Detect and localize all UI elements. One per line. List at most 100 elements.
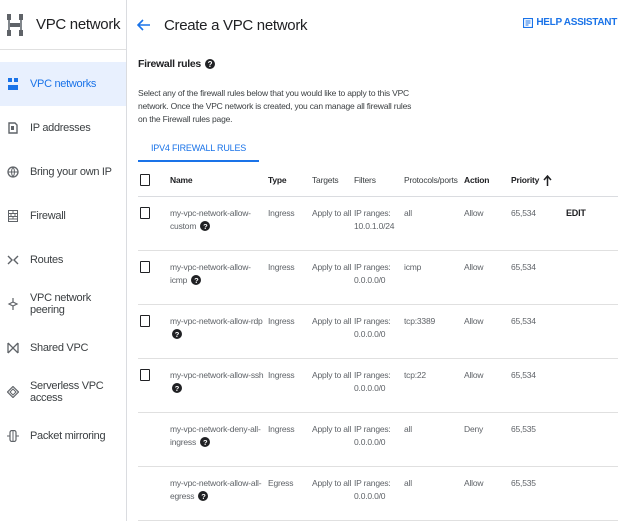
rule-protocols: icmp — [404, 250, 464, 305]
sidebar-item-label: Firewall — [30, 210, 66, 222]
table-row: my-vpc-network-allow-all-egress ? Egress… — [138, 466, 618, 521]
sidebar-item-shared-vpc[interactable]: Shared VPC — [0, 326, 126, 370]
help-question-icon[interactable]: ? — [204, 59, 215, 69]
column-header-type[interactable]: Type — [268, 165, 312, 197]
packet-mirroring-icon — [7, 429, 19, 443]
table-row: my-vpc-network-allow-rdp ? Ingress Apply… — [138, 304, 618, 359]
select-all-checkbox[interactable] — [140, 174, 150, 187]
rule-targets: Apply to all — [312, 196, 354, 251]
help-assistant-button[interactable]: HELP ASSISTANT — [523, 17, 617, 28]
rule-filters: IP ranges: 0.0.0.0/0 — [354, 412, 404, 467]
row-checkbox[interactable] — [140, 368, 150, 381]
column-header-name[interactable]: Name — [170, 165, 268, 197]
help-question-icon[interactable]: ? — [172, 383, 182, 394]
column-header-targets[interactable]: Targets — [312, 165, 354, 197]
help-assistant-icon — [523, 17, 534, 28]
rule-name-cell: my-vpc-network-allow-icmp ? — [170, 250, 268, 305]
row-select-cell — [138, 196, 170, 251]
sidebar-header: VPC network — [0, 0, 126, 50]
column-header-protocols[interactable]: Protocols/ports — [404, 165, 464, 197]
sidebar-item-firewall[interactable]: Firewall — [0, 194, 126, 238]
rule-action: Allow — [464, 250, 511, 305]
rule-type: Ingress — [268, 250, 312, 305]
shared-vpc-icon — [7, 341, 19, 355]
sidebar-item-routes[interactable]: Routes — [0, 238, 126, 282]
help-assistant-label: HELP ASSISTANT — [536, 17, 617, 28]
column-header-priority[interactable]: Priority — [511, 165, 566, 197]
sidebar-item-label: Routes — [30, 254, 64, 266]
rule-priority: 65,534 — [511, 358, 566, 413]
rule-priority: 65,534 — [511, 196, 566, 251]
rule-priority: 65,534 — [511, 304, 566, 359]
routes-icon — [7, 253, 19, 267]
rule-filters: IP ranges: 0.0.0.0/0 — [354, 250, 404, 305]
rule-filters: IP ranges: 0.0.0.0/0 — [354, 358, 404, 413]
sidebar-item-label: Serverless VPC access — [30, 380, 104, 404]
sidebar-title: VPC network — [36, 16, 121, 33]
rule-filters: IP ranges: 0.0.0.0/0 — [354, 466, 404, 521]
rule-name: my-vpc-network-allow-rdp — [170, 315, 263, 326]
row-select-cell — [138, 304, 170, 359]
row-checkbox[interactable] — [140, 206, 150, 219]
vpc-networks-icon — [7, 77, 19, 91]
rule-protocols: all — [404, 196, 464, 251]
table-header-row: Name Type Targets Filters Protocols/port… — [138, 165, 618, 197]
rule-name: my-vpc-network-allow-all-egress — [170, 477, 262, 501]
rule-filters: IP ranges: 0.0.0.0/0 — [354, 304, 404, 359]
tab-ipv4-firewall-rules[interactable]: IPV4 FIREWALL RULES — [138, 135, 260, 162]
rule-priority: 65,535 — [511, 466, 566, 521]
sidebar-item-label: VPC networks — [30, 78, 97, 90]
sidebar-item-label: VPC network peering — [30, 292, 91, 316]
page-title: Create a VPC network — [164, 16, 308, 34]
row-select-cell — [138, 466, 170, 521]
rule-type: Ingress — [268, 358, 312, 413]
sort-ascending-icon[interactable] — [543, 174, 552, 186]
row-checkbox[interactable] — [140, 314, 150, 327]
row-checkbox[interactable] — [140, 260, 150, 273]
section-description: Select any of the firewall rules below t… — [138, 88, 412, 124]
rule-name-cell: my-vpc-network-allow-custom ? — [170, 196, 268, 251]
table-row: my-vpc-network-allow-ssh ? Ingress Apply… — [138, 358, 618, 413]
sidebar-item-serverless-vpc-access[interactable]: Serverless VPC access — [0, 370, 126, 414]
column-header-action[interactable]: Action — [464, 165, 511, 197]
table-row: my-vpc-network-allow-icmp ? Ingress Appl… — [138, 250, 618, 305]
edit-cell — [566, 250, 618, 305]
help-question-icon[interactable]: ? — [200, 437, 211, 448]
tab-bar: IPV4 FIREWALL RULES — [138, 135, 618, 162]
serverless-icon — [7, 385, 19, 399]
rule-type: Ingress — [268, 304, 312, 359]
section-title-text: Firewall rules — [138, 58, 201, 70]
sidebar-item-packet-mirroring[interactable]: Packet mirroring — [0, 414, 126, 458]
sidebar-item-ip-addresses[interactable]: IP addresses — [0, 106, 126, 150]
sidebar-item-label: Bring your own IP — [30, 166, 112, 178]
column-header-filters[interactable]: Filters — [354, 165, 404, 197]
table-row: my-vpc-network-allow-custom ? Ingress Ap… — [138, 196, 618, 251]
help-question-icon[interactable]: ? — [191, 275, 202, 286]
select-all-cell — [138, 165, 170, 197]
help-question-icon[interactable]: ? — [172, 329, 182, 340]
sidebar-item-vpc-networks[interactable]: VPC networks — [0, 62, 126, 106]
rule-protocols: tcp:22 — [404, 358, 464, 413]
rule-protocols: all — [404, 412, 464, 467]
rule-action: Allow — [464, 304, 511, 359]
rule-name-cell: my-vpc-network-allow-rdp ? — [170, 304, 268, 359]
rule-name: my-vpc-network-allow-icmp — [170, 261, 251, 285]
help-question-icon[interactable]: ? — [200, 221, 211, 232]
rule-name: my-vpc-network-deny-all-ingress — [170, 423, 261, 447]
page-header: Create a VPC network HELP ASSISTANT — [127, 0, 627, 50]
rule-targets: Apply to all — [312, 250, 354, 305]
edit-cell — [566, 358, 618, 413]
section-title: Firewall rules ? — [138, 58, 618, 70]
sidebar-item-vpc-network-peering[interactable]: VPC network peering — [0, 282, 126, 326]
help-question-icon[interactable]: ? — [198, 491, 209, 502]
firewall-rules-table: Name Type Targets Filters Protocols/port… — [138, 165, 618, 521]
column-header-edit — [566, 165, 618, 197]
back-arrow-icon[interactable] — [137, 17, 153, 33]
rule-type: Ingress — [268, 412, 312, 467]
edit-button[interactable]: EDIT — [566, 208, 586, 218]
edit-cell: EDIT — [566, 196, 618, 251]
edit-cell — [566, 412, 618, 467]
rule-priority: 65,534 — [511, 250, 566, 305]
sidebar-item-bring-your-own-ip[interactable]: Bring your own IP — [0, 150, 126, 194]
column-header-priority-label: Priority — [511, 174, 540, 185]
